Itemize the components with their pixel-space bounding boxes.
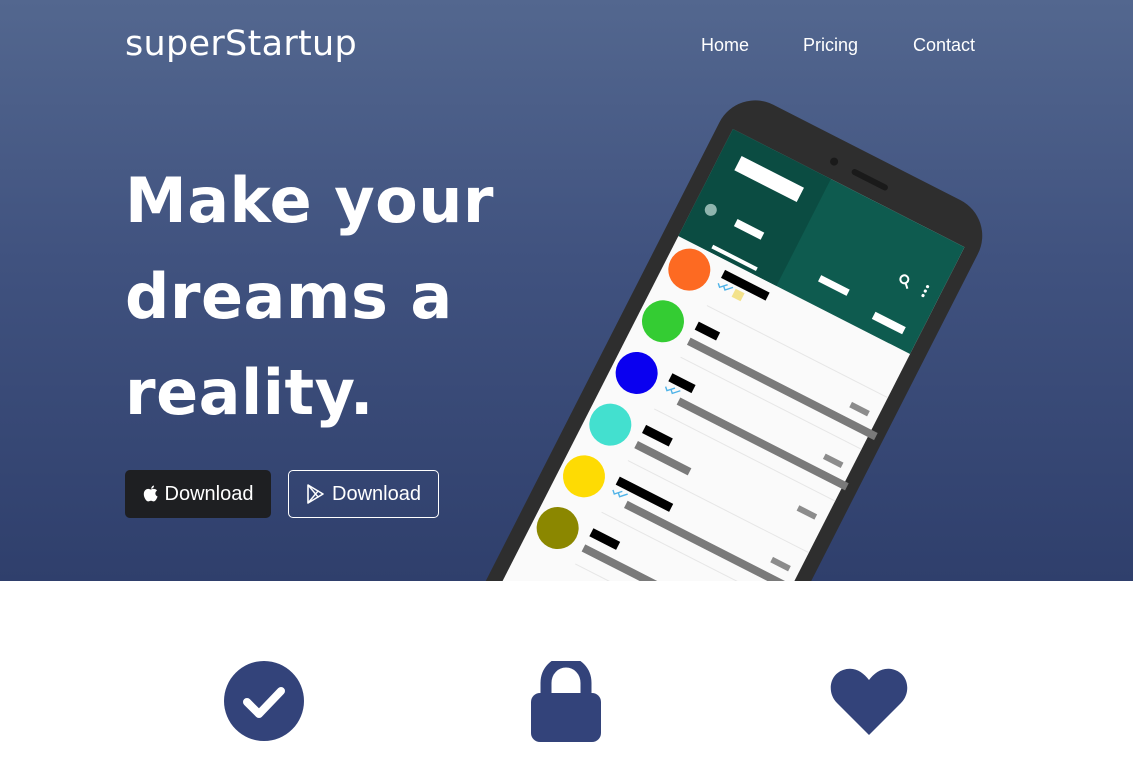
apple-icon: [143, 485, 159, 503]
google-play-download-button[interactable]: Download: [288, 470, 439, 518]
nav-home-link[interactable]: Home: [701, 34, 749, 56]
heart-icon: [830, 668, 908, 735]
hero-headline: Make your dreams a reality.: [125, 153, 545, 441]
app-store-download-label: Download: [164, 482, 254, 505]
hero-headline-line-3: reality.: [125, 356, 374, 429]
features-section: [0, 581, 1133, 762]
app-store-download-button[interactable]: Download: [125, 470, 271, 518]
hero-headline-line-1: Make your: [125, 164, 494, 237]
google-play-icon: [306, 484, 326, 504]
nav-contact-link[interactable]: Contact: [913, 34, 975, 56]
hero-section: superStartup Home Pricing Contact Make y…: [0, 0, 1133, 581]
google-play-download-label: Download: [332, 482, 421, 505]
hero-headline-line-2: dreams a: [125, 260, 453, 333]
nav-pricing-link[interactable]: Pricing: [803, 34, 858, 56]
lock-icon: [531, 661, 601, 742]
main-nav: Home Pricing Contact: [0, 34, 1133, 58]
check-circle-icon: [224, 661, 304, 741]
